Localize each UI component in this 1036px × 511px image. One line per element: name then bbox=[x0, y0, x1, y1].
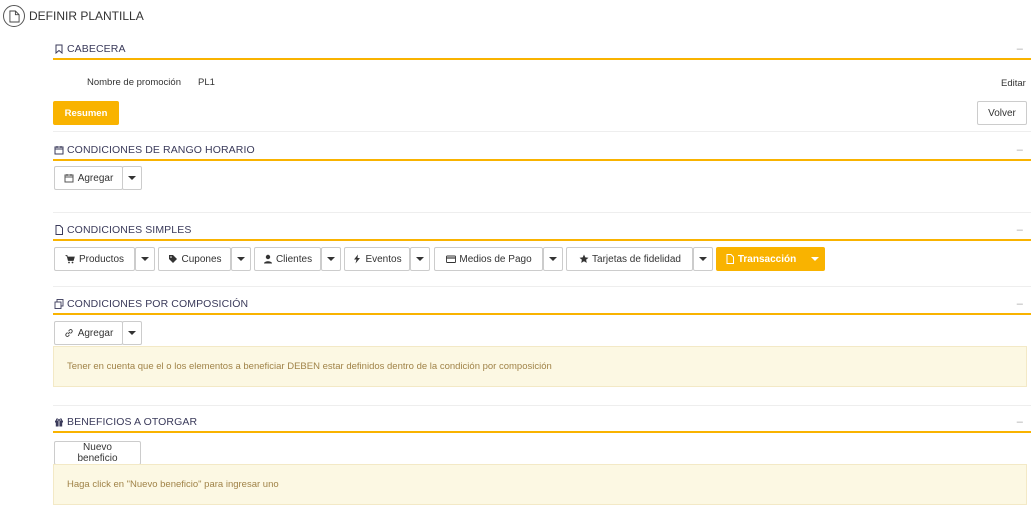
rango-agregar-dropdown[interactable] bbox=[122, 166, 142, 190]
divider bbox=[53, 212, 1031, 213]
divider bbox=[53, 131, 1031, 132]
divider bbox=[53, 286, 1031, 287]
section-title-simples: CONDICIONES SIMPLES – bbox=[53, 221, 1031, 241]
calendar-icon bbox=[53, 145, 64, 156]
button-label: Agregar bbox=[77, 327, 114, 339]
file-icon bbox=[725, 254, 735, 265]
user-icon bbox=[263, 254, 273, 265]
chevron-down-icon bbox=[811, 257, 819, 261]
promotion-name-value: PL1 bbox=[198, 77, 215, 88]
button-label: Agregar bbox=[77, 172, 114, 184]
volver-button[interactable]: Volver bbox=[977, 101, 1027, 125]
section-title-cabecera: CABECERA – bbox=[53, 40, 1031, 60]
eventos-button[interactable]: Eventos bbox=[344, 247, 410, 271]
composicion-agregar-button[interactable]: Agregar bbox=[54, 321, 123, 345]
composicion-notice: Tener en cuenta que el o los elementos a… bbox=[53, 346, 1027, 387]
beneficios-notice: Haga click en "Nuevo beneficio" para ing… bbox=[53, 464, 1027, 505]
tarjetas-fidelidad-button[interactable]: Tarjetas de fidelidad bbox=[566, 247, 693, 271]
divider bbox=[53, 405, 1031, 406]
chevron-down-icon bbox=[128, 331, 136, 335]
link-icon bbox=[64, 328, 75, 339]
section-title-text: CABECERA bbox=[67, 43, 126, 55]
section-title-beneficios: BENEFICIOS A OTORGAR – bbox=[53, 413, 1031, 433]
credit-card-icon bbox=[445, 254, 456, 265]
tag-icon bbox=[167, 254, 178, 265]
chevron-down-icon bbox=[699, 257, 707, 261]
star-icon bbox=[578, 254, 589, 265]
cart-icon bbox=[65, 254, 76, 265]
productos-dropdown[interactable] bbox=[135, 247, 155, 271]
chevron-down-icon bbox=[141, 257, 149, 261]
section-title-text: BENEFICIOS A OTORGAR bbox=[67, 416, 198, 428]
button-label: Transacción bbox=[737, 253, 797, 265]
section-simples: CONDICIONES SIMPLES – bbox=[53, 221, 1031, 241]
section-title-text: CONDICIONES DE RANGO HORARIO bbox=[67, 144, 255, 156]
tarjetas-fidelidad-dropdown[interactable] bbox=[693, 247, 713, 271]
section-rango-horario: CONDICIONES DE RANGO HORARIO – bbox=[53, 141, 1031, 161]
promotion-name-label: Nombre de promoción bbox=[87, 77, 181, 88]
section-title-rango: CONDICIONES DE RANGO HORARIO – bbox=[53, 141, 1031, 161]
transaccion-dropdown[interactable] bbox=[805, 247, 825, 271]
resumen-button[interactable]: Resumen bbox=[53, 101, 119, 125]
cupones-dropdown[interactable] bbox=[231, 247, 251, 271]
bolt-icon bbox=[352, 254, 362, 265]
chevron-down-icon bbox=[128, 176, 136, 180]
calendar-icon bbox=[64, 173, 75, 184]
clientes-dropdown[interactable] bbox=[321, 247, 341, 271]
gift-icon bbox=[53, 417, 64, 428]
section-title-composicion: CONDICIONES POR COMPOSICIÓN – bbox=[53, 295, 1031, 315]
chevron-down-icon bbox=[327, 257, 335, 261]
section-composicion: CONDICIONES POR COMPOSICIÓN – bbox=[53, 295, 1031, 315]
button-label: Clientes bbox=[275, 253, 313, 265]
section-beneficios: BENEFICIOS A OTORGAR – bbox=[53, 413, 1031, 433]
collapse-button[interactable]: – bbox=[1017, 144, 1031, 156]
collapse-button[interactable]: – bbox=[1017, 43, 1031, 55]
section-title-text: CONDICIONES POR COMPOSICIÓN bbox=[67, 298, 249, 310]
collapse-button[interactable]: – bbox=[1017, 224, 1031, 236]
page-header: DEFINIR PLANTILLA bbox=[3, 5, 144, 27]
section-cabecera: CABECERA – bbox=[53, 40, 1031, 60]
file-icon bbox=[53, 225, 64, 236]
button-label: Medios de Pago bbox=[459, 253, 532, 265]
button-label: Tarjetas de fidelidad bbox=[592, 253, 681, 265]
nuevo-beneficio-button[interactable]: Nuevo beneficio bbox=[54, 441, 141, 465]
chevron-down-icon bbox=[549, 257, 557, 261]
chevron-down-icon bbox=[237, 257, 245, 261]
transaccion-button[interactable]: Transacción bbox=[716, 247, 805, 271]
button-label: Productos bbox=[78, 253, 125, 265]
productos-button[interactable]: Productos bbox=[54, 247, 135, 271]
page-title: DEFINIR PLANTILLA bbox=[29, 9, 144, 23]
rango-agregar-button[interactable]: Agregar bbox=[54, 166, 123, 190]
chevron-down-icon bbox=[416, 257, 424, 261]
copy-icon bbox=[53, 299, 64, 310]
edit-link[interactable]: Editar bbox=[1001, 78, 1026, 89]
section-title-text: CONDICIONES SIMPLES bbox=[67, 224, 192, 236]
collapse-button[interactable]: – bbox=[1017, 416, 1031, 428]
medios-pago-button[interactable]: Medios de Pago bbox=[434, 247, 543, 271]
clientes-button[interactable]: Clientes bbox=[254, 247, 321, 271]
collapse-button[interactable]: – bbox=[1017, 298, 1031, 310]
button-label: Cupones bbox=[181, 253, 222, 265]
button-label: Eventos bbox=[365, 253, 402, 265]
eventos-dropdown[interactable] bbox=[410, 247, 430, 271]
medios-pago-dropdown[interactable] bbox=[543, 247, 563, 271]
composicion-agregar-dropdown[interactable] bbox=[122, 321, 142, 345]
document-icon bbox=[3, 5, 25, 27]
cupones-button[interactable]: Cupones bbox=[158, 247, 231, 271]
bookmark-icon bbox=[53, 44, 64, 55]
